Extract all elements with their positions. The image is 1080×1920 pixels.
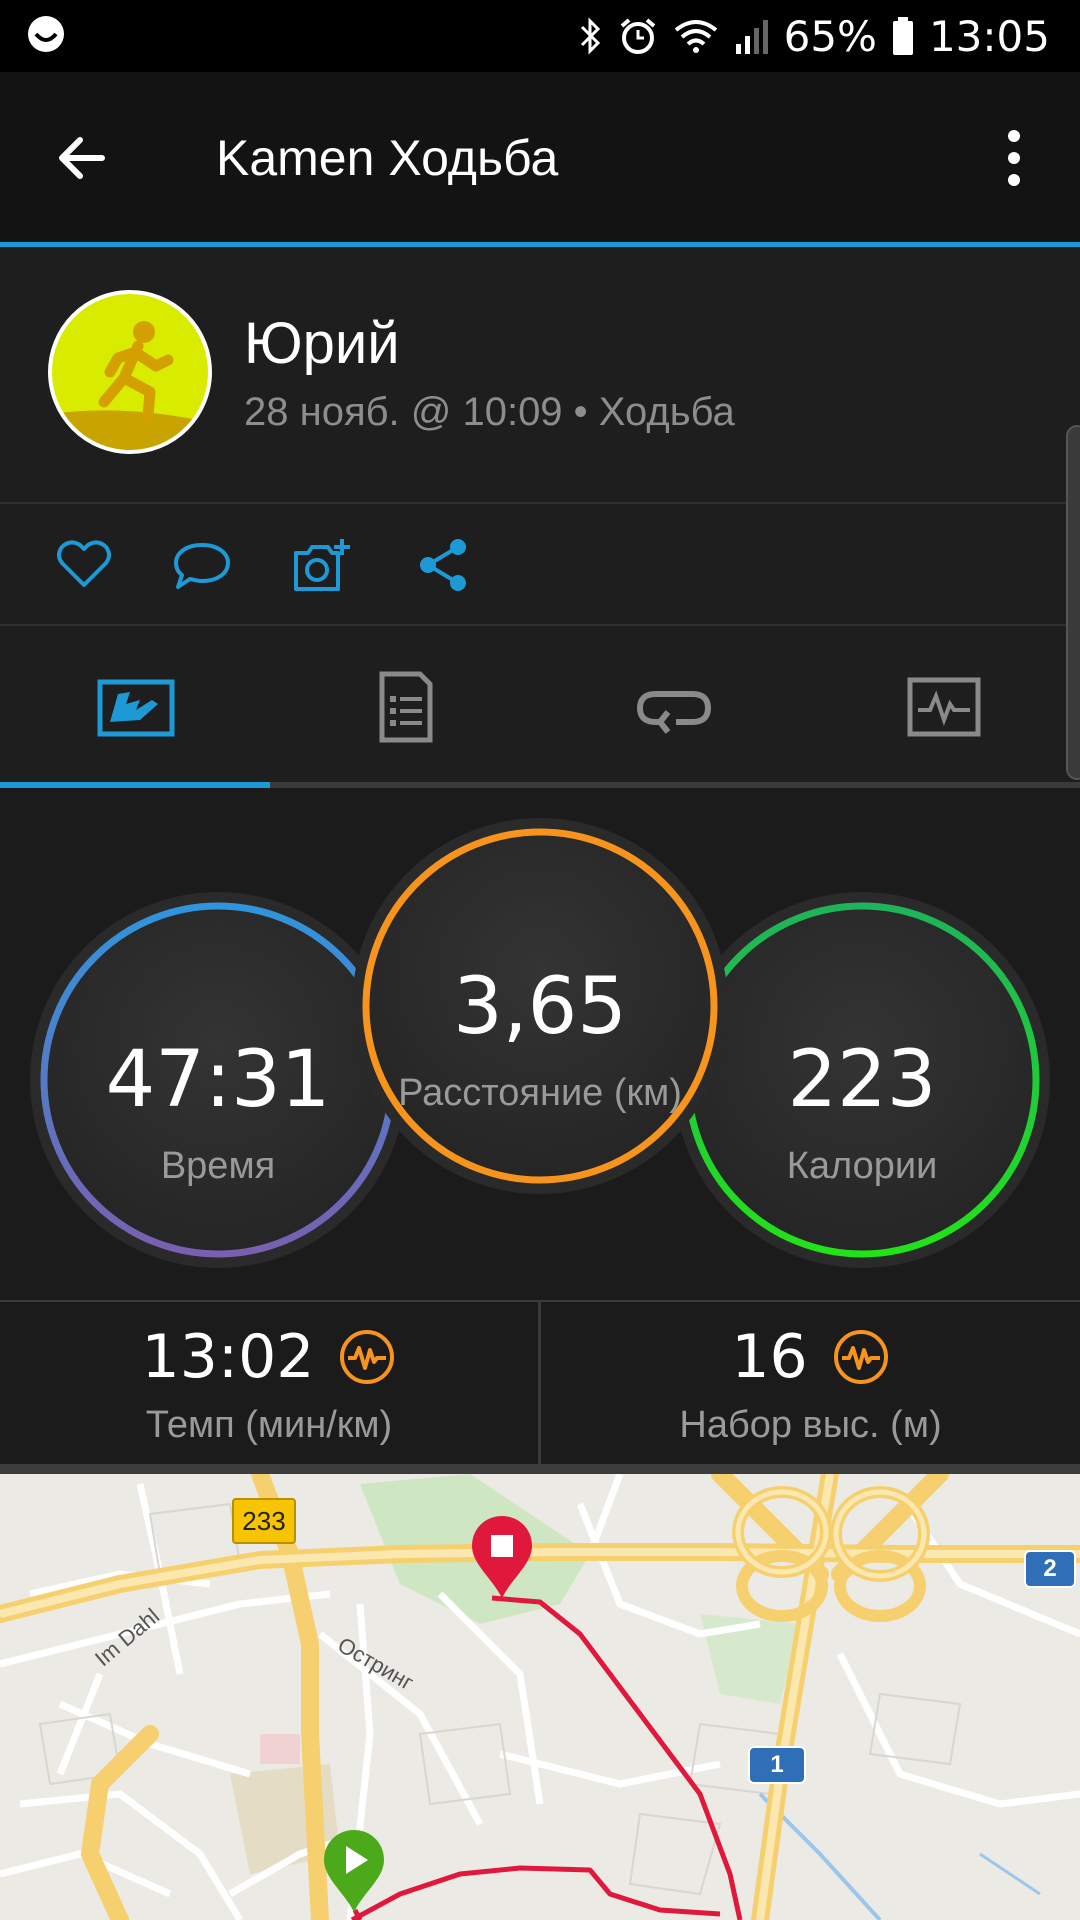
- elevation-label-wrap: Набор выс. (м): [541, 1404, 1080, 1447]
- share-icon[interactable]: [414, 535, 474, 595]
- battery-icon: [892, 17, 913, 55]
- like-heart-icon[interactable]: [54, 535, 114, 595]
- action-bar: [0, 504, 1080, 624]
- distance-value: 3,65: [453, 962, 627, 1052]
- calories-value: 223: [787, 1035, 937, 1125]
- distance-label-wrap: Расстояние (км): [366, 1072, 714, 1115]
- back-arrow-icon[interactable]: [52, 128, 112, 188]
- add-photo-icon[interactable]: [292, 535, 352, 595]
- wifi-icon: [674, 20, 717, 53]
- signal-icon: [735, 20, 768, 54]
- runner-icon: [52, 321, 208, 450]
- comment-icon[interactable]: [172, 535, 232, 595]
- finish-marker-icon[interactable]: [470, 1514, 534, 1600]
- elevation-value: 16: [731, 1322, 808, 1392]
- calories-label-wrap: Калории: [688, 1145, 1036, 1188]
- pace-value: 13:02: [141, 1322, 315, 1392]
- tab-laps-icon[interactable]: [634, 670, 714, 744]
- alarm-icon: [620, 18, 655, 54]
- route-map[interactable]: 233 2 1 Im Dahl Остринг: [0, 1474, 1080, 1920]
- notification-smiley-icon: [28, 16, 64, 52]
- pace-row: 13:02: [0, 1322, 538, 1392]
- elevation-row: 16: [541, 1322, 1080, 1392]
- calories-metric: 223: [688, 1035, 1036, 1125]
- scroll-handle[interactable]: [1066, 425, 1080, 780]
- more-options-icon[interactable]: [996, 128, 1032, 188]
- tab-details-icon[interactable]: [364, 670, 444, 744]
- avatar[interactable]: [48, 290, 212, 454]
- time-value: 47:31: [105, 1035, 331, 1125]
- tab-charts-icon[interactable]: [904, 670, 984, 744]
- road-shield-1: 1: [748, 1746, 806, 1784]
- page-title: Kamen Ходьба: [216, 130, 559, 186]
- pace-label-wrap: Темп (мин/км): [0, 1404, 538, 1447]
- elevation-activity-icon[interactable]: [832, 1328, 890, 1386]
- status-bar: 65% 13:05: [0, 0, 1080, 72]
- elevation-label: Набор выс. (м): [679, 1404, 942, 1446]
- time-label-wrap: Время: [44, 1145, 392, 1188]
- clock: 13:05: [928, 11, 1050, 61]
- distance-metric: 3,65: [366, 962, 714, 1052]
- activity-meta: 28 нояб. @ 10:09 • Ходьба: [244, 390, 735, 434]
- calories-label: Калории: [786, 1145, 938, 1187]
- bluetooth-icon: [580, 17, 600, 55]
- road-shield-233: 233: [232, 1498, 296, 1544]
- divider: [0, 1464, 1080, 1474]
- user-name: Юрий: [244, 311, 400, 376]
- pace-label: Темп (мин/км): [145, 1404, 393, 1446]
- battery-percent: 65%: [783, 11, 877, 61]
- road-shield-2: 2: [1024, 1550, 1076, 1588]
- map-canvas: [0, 1474, 1080, 1920]
- time-label: Время: [160, 1145, 276, 1187]
- start-marker-icon[interactable]: [322, 1828, 386, 1914]
- distance-label: Расстояние (км): [398, 1072, 682, 1114]
- tab-overview-icon[interactable]: [96, 670, 176, 744]
- pace-activity-icon[interactable]: [338, 1328, 396, 1386]
- time-metric: 47:31: [44, 1035, 392, 1125]
